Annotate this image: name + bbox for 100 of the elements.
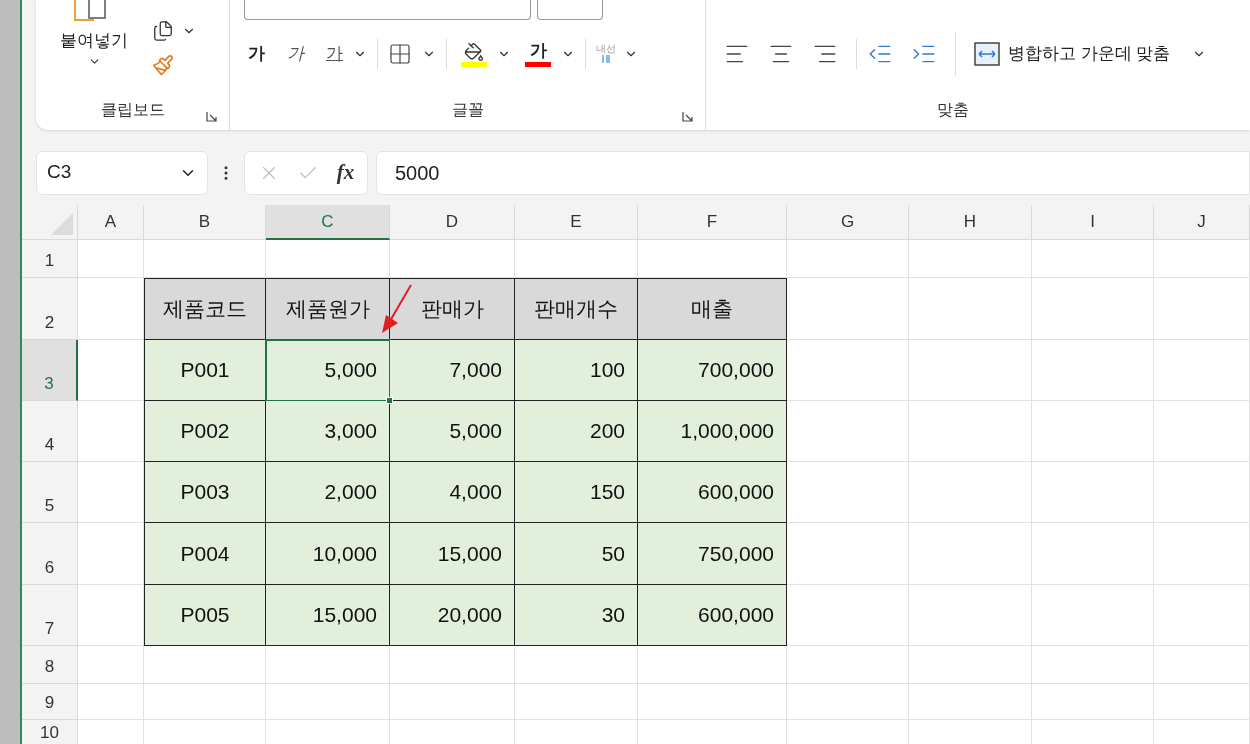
grid-cell[interactable] — [1154, 240, 1250, 278]
grid-cell[interactable] — [909, 240, 1032, 278]
table-cell[interactable]: 100 — [515, 340, 638, 401]
grid-cell[interactable] — [787, 278, 909, 340]
row-header[interactable]: 4 — [22, 401, 78, 462]
copy-icon[interactable] — [152, 20, 174, 42]
table-cell[interactable]: 7,000 — [390, 340, 515, 401]
table-cell[interactable]: 20,000 — [390, 585, 515, 646]
column-header[interactable]: A — [78, 205, 144, 240]
table-cell[interactable]: P003 — [144, 462, 266, 523]
table-cell[interactable]: 2,000 — [266, 462, 390, 523]
table-cell[interactable]: 200 — [515, 401, 638, 462]
column-header[interactable]: B — [144, 205, 266, 240]
grid-cell[interactable] — [390, 684, 515, 720]
grid-cell[interactable] — [78, 585, 144, 646]
grid-cell[interactable] — [1032, 684, 1154, 720]
grid-cell[interactable] — [1032, 340, 1154, 401]
grid-cell[interactable] — [390, 646, 515, 684]
column-header[interactable]: C — [266, 205, 390, 240]
row-header[interactable]: 3 — [22, 340, 78, 401]
table-cell[interactable]: P002 — [144, 401, 266, 462]
grid-cell[interactable] — [787, 585, 909, 646]
grid-cell[interactable] — [1032, 278, 1154, 340]
column-header[interactable]: G — [787, 205, 909, 240]
grid-cell[interactable] — [1154, 646, 1250, 684]
row-header[interactable]: 6 — [22, 523, 78, 585]
underline-button[interactable]: 가 — [326, 41, 343, 67]
name-box[interactable]: C3 — [36, 150, 208, 195]
grid-cell[interactable] — [1032, 585, 1154, 646]
grid-cell[interactable] — [638, 240, 787, 278]
row-header[interactable]: 8 — [22, 646, 78, 684]
paintbrush-icon[interactable] — [152, 54, 174, 76]
table-cell[interactable]: 4,000 — [390, 462, 515, 523]
table-cell[interactable]: P004 — [144, 523, 266, 585]
grid-cell[interactable] — [787, 684, 909, 720]
table-cell[interactable]: 15,000 — [390, 523, 515, 585]
grid-cell[interactable] — [515, 646, 638, 684]
table-cell[interactable]: 10,000 — [266, 523, 390, 585]
column-header[interactable]: I — [1032, 205, 1154, 240]
row-header[interactable]: 1 — [22, 240, 78, 278]
row-header[interactable]: 7 — [22, 585, 78, 646]
grid-cell[interactable] — [78, 340, 144, 401]
row-header[interactable]: 2 — [22, 278, 78, 340]
font-name-field[interactable] — [244, 0, 531, 20]
table-cell[interactable]: P001 — [144, 340, 266, 401]
grid-cell[interactable] — [1154, 684, 1250, 720]
table-cell[interactable]: 150 — [515, 462, 638, 523]
grid-cell[interactable] — [638, 684, 787, 720]
grid-cell[interactable] — [144, 646, 266, 684]
header-cell[interactable]: 매출 — [638, 278, 787, 340]
grid-cell[interactable] — [1154, 523, 1250, 585]
font-size-field[interactable] — [537, 0, 603, 20]
italic-button[interactable]: 가 — [287, 41, 304, 67]
dialog-launcher-icon[interactable] — [206, 111, 217, 122]
column-header[interactable]: E — [515, 205, 638, 240]
formula-field[interactable]: 5000 — [376, 150, 1250, 195]
grid-cell[interactable] — [787, 340, 909, 401]
grid-cell[interactable] — [787, 401, 909, 462]
column-header[interactable]: J — [1154, 205, 1250, 240]
grid-cell[interactable] — [78, 462, 144, 523]
table-cell[interactable]: 3,000 — [266, 401, 390, 462]
font-color-button[interactable]: 가 — [525, 41, 551, 67]
grid-cell[interactable] — [909, 462, 1032, 523]
grid-cell[interactable] — [909, 523, 1032, 585]
grid-cell[interactable] — [1032, 462, 1154, 523]
dialog-launcher-icon[interactable] — [682, 111, 693, 122]
table-cell[interactable]: P005 — [144, 585, 266, 646]
grid-cell[interactable] — [78, 401, 144, 462]
grid-cell[interactable] — [266, 646, 390, 684]
grid-cell[interactable] — [266, 240, 390, 278]
table-cell[interactable]: 5,000 — [266, 340, 390, 401]
grid-cell[interactable] — [909, 278, 1032, 340]
table-cell[interactable]: 750,000 — [638, 523, 787, 585]
table-cell[interactable]: 5,000 — [390, 401, 515, 462]
grid-cell[interactable] — [144, 684, 266, 720]
grid-cell[interactable] — [78, 646, 144, 684]
header-cell[interactable]: 판매가 — [390, 278, 515, 340]
grid-cell[interactable] — [1032, 240, 1154, 278]
row-header[interactable]: 9 — [22, 684, 78, 720]
grid-cell[interactable] — [909, 401, 1032, 462]
table-cell[interactable]: 600,000 — [638, 462, 787, 523]
table-cell[interactable]: 50 — [515, 523, 638, 585]
grid-cell[interactable] — [515, 684, 638, 720]
row-header[interactable]: 10 — [22, 720, 78, 744]
row-header[interactable]: 5 — [22, 462, 78, 523]
grid-cell[interactable] — [909, 585, 1032, 646]
column-header[interactable]: D — [390, 205, 515, 240]
borders-icon[interactable] — [388, 42, 412, 66]
merge-center-button[interactable]: 병합하고 가운데 맞춤 — [974, 41, 1171, 67]
column-header[interactable]: F — [638, 205, 787, 240]
grid-cell[interactable] — [1032, 646, 1154, 684]
grid-cell[interactable] — [787, 240, 909, 278]
grid-cell[interactable] — [1154, 585, 1250, 646]
grid-cell[interactable] — [78, 240, 144, 278]
grid-cell[interactable] — [78, 278, 144, 340]
fill-color-button[interactable] — [461, 41, 487, 67]
grid-cell[interactable] — [390, 240, 515, 278]
grid-cell[interactable] — [787, 462, 909, 523]
bold-button[interactable]: 가 — [248, 41, 265, 67]
grid-cell[interactable] — [515, 240, 638, 278]
